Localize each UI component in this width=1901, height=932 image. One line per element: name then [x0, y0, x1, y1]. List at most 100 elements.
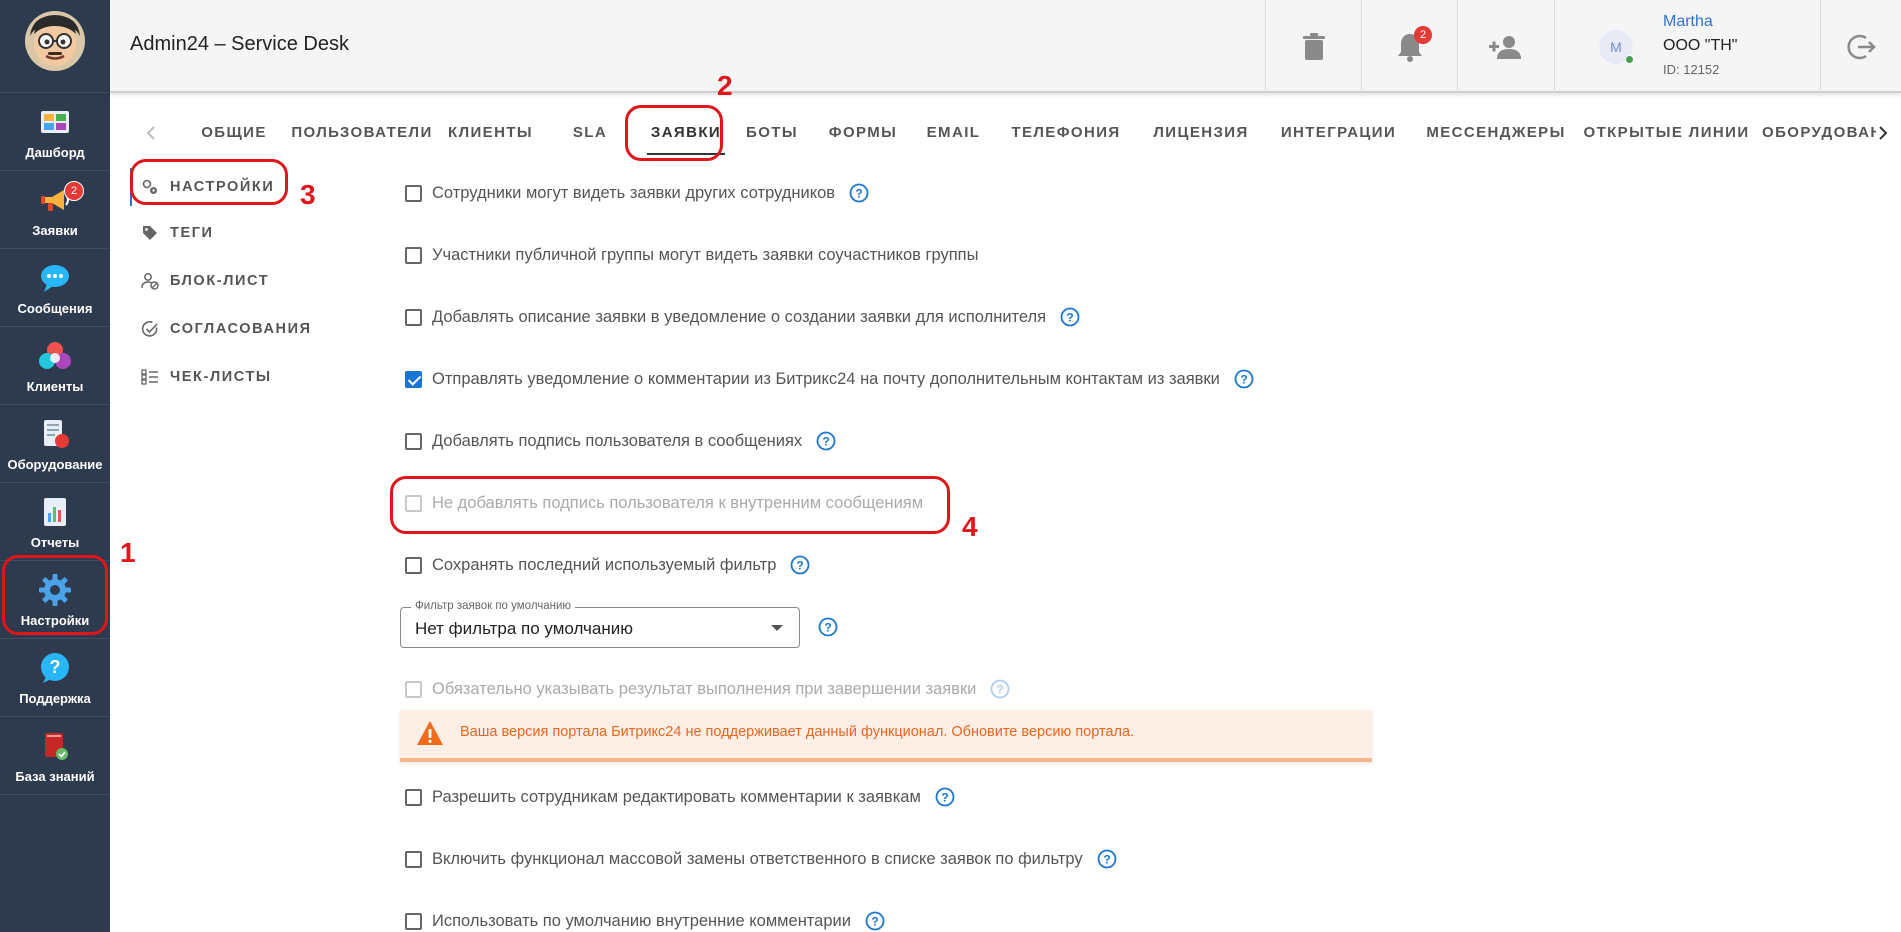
tab-open-lines[interactable]: ОТКРЫТЫЕ ЛИНИИ	[1579, 110, 1754, 155]
select-value: Нет фильтра по умолчанию	[415, 619, 633, 638]
tab-forms[interactable]: ФОРМЫ	[813, 110, 913, 155]
sidebar-item-equipment[interactable]: Оборудование	[0, 405, 110, 483]
help-icon[interactable]: ?	[935, 787, 955, 807]
user-id: ID: 12152	[1663, 62, 1720, 77]
equipment-icon	[38, 417, 72, 451]
sidebar-item-support[interactable]: ? Поддержка	[0, 639, 110, 717]
tab-telephony[interactable]: ТЕЛЕФОНИЯ	[994, 110, 1138, 155]
help-icon[interactable]: ?	[865, 911, 885, 931]
tab-users[interactable]: ПОЛЬЗОВАТЕЛИ	[282, 110, 442, 155]
setting-staff-see-others-tickets: Сотрудники могут видеть заявки других со…	[405, 179, 869, 207]
checkbox[interactable]	[405, 370, 422, 388]
tab-integrations[interactable]: ИНТЕГРАЦИИ	[1264, 110, 1413, 155]
svg-text:?: ?	[50, 657, 61, 677]
sidebar: Дашборд 2 Заявки Сообщения Клиенты Обору…	[0, 0, 110, 932]
tab-email[interactable]: EMAIL	[913, 110, 994, 155]
logout-icon	[1847, 34, 1876, 59]
checkbox[interactable]	[405, 556, 422, 574]
app-logo[interactable]	[24, 10, 86, 72]
tabs-scroll-left[interactable]	[131, 110, 171, 155]
checkbox[interactable]	[405, 308, 422, 326]
setting-send-comment-notification: Отправлять уведомление о комментарии из …	[405, 365, 1254, 393]
tab-equipment[interactable]: ОБОРУДОВАН	[1754, 110, 1876, 155]
help-icon[interactable]: ?	[1097, 849, 1117, 869]
tab-clients[interactable]: КЛИЕНТЫ	[442, 110, 539, 155]
help-icon[interactable]: ?	[1234, 369, 1254, 389]
checkbox[interactable]	[405, 680, 422, 698]
checklist-icon	[140, 367, 160, 387]
svg-text:?: ?	[1240, 373, 1247, 387]
help-icon[interactable]: ?	[790, 555, 810, 575]
book-icon	[38, 729, 72, 763]
subnav-item-block-list[interactable]: БЛОК-ЛИСТ	[140, 261, 269, 301]
help-icon[interactable]: ?	[816, 431, 836, 451]
tab-general[interactable]: ОБЩИЕ	[186, 110, 282, 155]
setting-default-internal-comments: Использовать по умолчанию внутренние ком…	[405, 907, 885, 932]
online-status-dot	[1625, 55, 1634, 64]
setting-mass-reassign: Включить функционал массовой замены отве…	[405, 845, 1117, 873]
trash-icon	[1302, 32, 1325, 60]
svg-text:?: ?	[824, 621, 831, 635]
setting-label: Добавлять описание заявки в уведомление …	[432, 307, 1047, 326]
help-icon[interactable]: ?	[1060, 307, 1080, 327]
add-user-button[interactable]	[1457, 0, 1554, 93]
warning-icon	[417, 721, 443, 745]
setting-label: Сохранять последний используемый фильтр	[432, 555, 777, 574]
setting-public-group-participants: Участники публичной группы могут видеть …	[405, 241, 978, 269]
clients-icon	[38, 339, 72, 373]
tab-bots[interactable]: БОТЫ	[731, 110, 813, 155]
sidebar-item-tickets[interactable]: 2 Заявки	[0, 171, 110, 249]
annotation-box-2	[625, 105, 723, 161]
checkbox[interactable]	[405, 184, 422, 202]
annotation-number-4: 4	[962, 511, 978, 542]
megaphone-icon: 2	[38, 181, 84, 217]
subnav-item-tags[interactable]: ТЕГИ	[140, 213, 214, 253]
logout-button[interactable]	[1820, 0, 1901, 93]
subnav-item-checklists[interactable]: ЧЕК-ЛИСТЫ	[140, 357, 272, 397]
app-root: Дашборд 2 Заявки Сообщения Клиенты Обору…	[0, 0, 1901, 932]
annotation-box-4	[390, 476, 950, 534]
checkbox[interactable]	[405, 432, 422, 450]
add-user-icon	[1489, 35, 1521, 59]
tabs-scroll-right[interactable]	[1863, 110, 1901, 155]
checkbox[interactable]	[405, 246, 422, 264]
sidebar-item-clients[interactable]: Клиенты	[0, 327, 110, 405]
sidebar-item-knowledge-base[interactable]: База знаний	[0, 717, 110, 795]
subnav-item-approvals[interactable]: СОГЛАСОВАНИЯ	[140, 309, 312, 349]
sidebar-item-label: Сообщения	[17, 301, 93, 316]
settings-tabs: ОБЩИЕ ПОЛЬЗОВАТЕЛИ КЛИЕНТЫ SLA ЗАЯВКИ БО…	[110, 110, 1901, 155]
sidebar-item-reports[interactable]: Отчеты	[0, 483, 110, 561]
checkbox[interactable]	[405, 850, 422, 868]
setting-allow-edit-comments: Разрешить сотрудникам редактировать комм…	[405, 783, 955, 811]
checkbox[interactable]	[405, 788, 422, 806]
sidebar-item-dashboard[interactable]: Дашборд	[0, 93, 110, 171]
user-profile[interactable]: M Martha ООО "ТН" ID: 12152	[1554, 0, 1820, 93]
help-icon[interactable]: ?	[849, 183, 869, 203]
svg-text:?: ?	[797, 559, 804, 573]
alert-text: Ваша версия портала Битрикс24 не поддерж…	[460, 724, 1135, 740]
tab-license[interactable]: ЛИЦЕНЗИЯ	[1138, 110, 1264, 155]
setting-require-result-on-close: Обязательно указывать результат выполнен…	[405, 675, 1010, 703]
trash-button[interactable]	[1265, 0, 1361, 93]
setting-label: Отправлять уведомление о комментарии из …	[432, 369, 1220, 388]
setting-label: Добавлять подпись пользователя в сообщен…	[432, 431, 803, 450]
user-block-icon	[140, 271, 160, 291]
annotation-number-1: 1	[120, 537, 136, 568]
sidebar-item-label: Заявки	[32, 223, 78, 238]
user-name[interactable]: Martha	[1663, 13, 1713, 31]
tag-icon	[140, 223, 160, 243]
tab-messengers[interactable]: МЕССЕНДЖЕРЫ	[1413, 110, 1579, 155]
sidebar-item-label: Отчеты	[30, 535, 80, 550]
user-organization: ООО "ТН"	[1663, 37, 1738, 54]
checkbox[interactable]	[405, 912, 422, 930]
svg-text:?: ?	[997, 683, 1004, 697]
setting-label: Включить функционал массовой замены отве…	[432, 849, 1083, 868]
sidebar-item-messages[interactable]: Сообщения	[0, 249, 110, 327]
help-icon[interactable]: ?	[818, 617, 838, 637]
notifications-button[interactable]: 2	[1361, 0, 1457, 93]
top-header: Admin24 – Service Desk 2 M Martha ООО "Т…	[110, 0, 1901, 93]
chevron-right-icon	[1879, 125, 1888, 140]
reports-icon	[38, 495, 72, 529]
default-filter-select[interactable]: Фильтр заявок по умолчанию Нет фильтра п…	[400, 600, 800, 648]
help-icon[interactable]: ?	[990, 679, 1010, 699]
